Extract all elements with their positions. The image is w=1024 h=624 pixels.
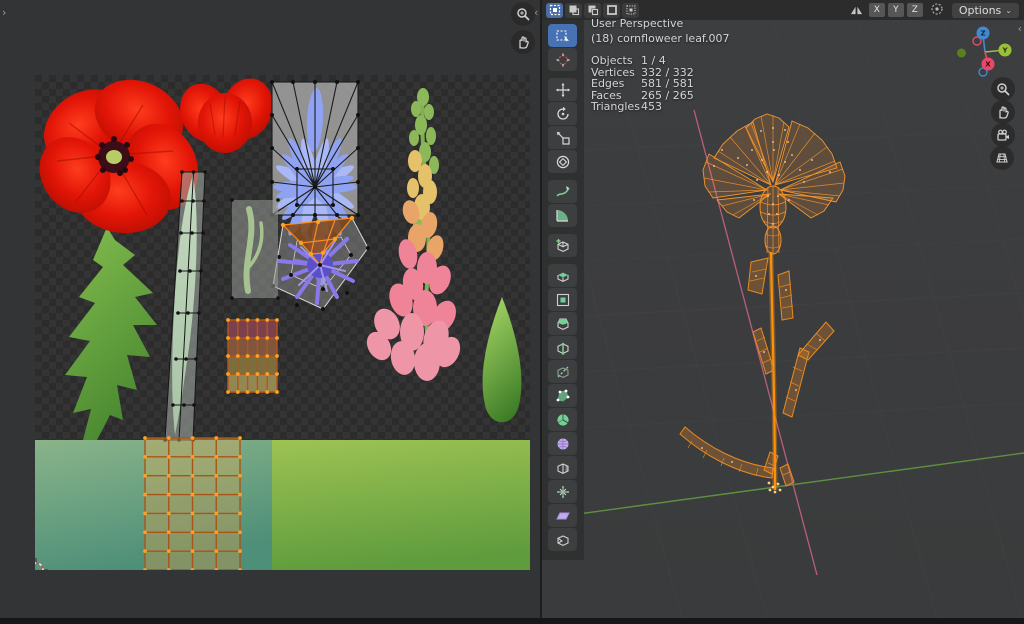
uv-image-editor: › ‹ — [0, 0, 542, 618]
stat-label: Objects — [591, 55, 641, 67]
tool-add-cube[interactable] — [548, 234, 577, 257]
grass-band — [35, 440, 530, 570]
mirror-z-button[interactable]: Z — [907, 3, 923, 17]
viewport-overlay: User Perspective (18) cornfloweer leaf.0… — [591, 16, 730, 113]
tool-extrude-region[interactable] — [548, 264, 577, 287]
leaf-strip-uv — [163, 170, 207, 442]
tool-rotate[interactable] — [548, 102, 577, 125]
zoom-icon[interactable] — [991, 77, 1015, 101]
gizmo-neg-y — [957, 49, 966, 58]
tool-annotate[interactable] — [548, 180, 577, 203]
pan-hand-icon[interactable] — [991, 100, 1015, 124]
tool-edge-slide[interactable] — [548, 456, 577, 479]
tool-smooth[interactable] — [548, 432, 577, 455]
tool-transform[interactable] — [548, 150, 577, 173]
stat-label: Edges — [591, 78, 641, 90]
tool-bevel[interactable] — [548, 312, 577, 335]
stat-value: 581 / 581 — [641, 78, 694, 90]
tool-scale[interactable] — [548, 126, 577, 149]
texture-atlas — [35, 75, 530, 570]
select-mode-extend-icon[interactable] — [565, 3, 582, 18]
view-perspective-label: User Perspective — [591, 16, 730, 31]
tool-shear[interactable] — [548, 504, 577, 527]
jagged-leaf — [65, 227, 157, 440]
stat-value: 453 — [641, 101, 662, 113]
stat-label: Triangles — [591, 101, 641, 113]
foxglove — [362, 88, 465, 381]
sidebar-collapse-icon[interactable]: ‹ — [1018, 24, 1022, 34]
scene-statistics: Objects1 / 4 Vertices332 / 332 Edges581 … — [591, 55, 730, 113]
tool-cursor[interactable] — [548, 48, 577, 71]
pan-hand-icon[interactable] — [511, 30, 535, 54]
gizmo-z-label: Z — [980, 30, 985, 38]
viewport-3d[interactable]: X Y Z Options ⌄ ‹ — [542, 0, 1024, 618]
proportional-editing-icon[interactable] — [930, 1, 944, 20]
mirror-icon[interactable] — [849, 1, 864, 20]
uv-grid-large — [143, 436, 242, 570]
options-button[interactable]: Options ⌄ — [952, 3, 1019, 18]
cornflower-center-uv — [271, 216, 370, 311]
tool-poly-build[interactable] — [548, 384, 577, 407]
tool-inset-faces[interactable] — [548, 288, 577, 311]
leaf-vein-card — [230, 198, 280, 300]
teardrop-leaf — [483, 297, 522, 422]
stat-value: 1 / 4 — [641, 55, 666, 67]
gizmo-x-label: X — [985, 61, 991, 69]
orthographic-grid-icon[interactable] — [990, 146, 1014, 170]
sidebar-expand-icon[interactable]: › — [2, 8, 6, 18]
active-object-label: (18) cornfloweer leaf.007 — [591, 31, 730, 46]
poppy-small — [172, 75, 281, 153]
tool-spin[interactable] — [548, 408, 577, 431]
uv-grid-small — [226, 318, 279, 394]
tool-move[interactable] — [548, 78, 577, 101]
tool-shrink-fatten[interactable] — [548, 480, 577, 503]
tool-loop-cut[interactable] — [548, 336, 577, 359]
camera-view-icon[interactable] — [991, 123, 1015, 147]
zoom-icon[interactable] — [511, 2, 535, 26]
tool-rip-region[interactable] — [548, 528, 577, 551]
gizmo-y-label: Y — [1001, 47, 1008, 55]
axis-y — [542, 453, 1024, 519]
chevron-down-icon: ⌄ — [1005, 6, 1012, 15]
toolbar — [548, 24, 577, 552]
tool-knife[interactable] — [548, 360, 577, 383]
navigation-gizmo[interactable]: Z Y X — [957, 24, 1013, 80]
window-bottom-edge — [0, 618, 1024, 624]
mirror-y-button[interactable]: Y — [888, 3, 904, 17]
tool-select-box[interactable] — [548, 24, 577, 47]
select-mode-set-icon[interactable] — [546, 3, 563, 18]
uv-canvas[interactable] — [35, 75, 530, 570]
mirror-x-button[interactable]: X — [869, 3, 885, 17]
tool-measure[interactable] — [548, 204, 577, 227]
